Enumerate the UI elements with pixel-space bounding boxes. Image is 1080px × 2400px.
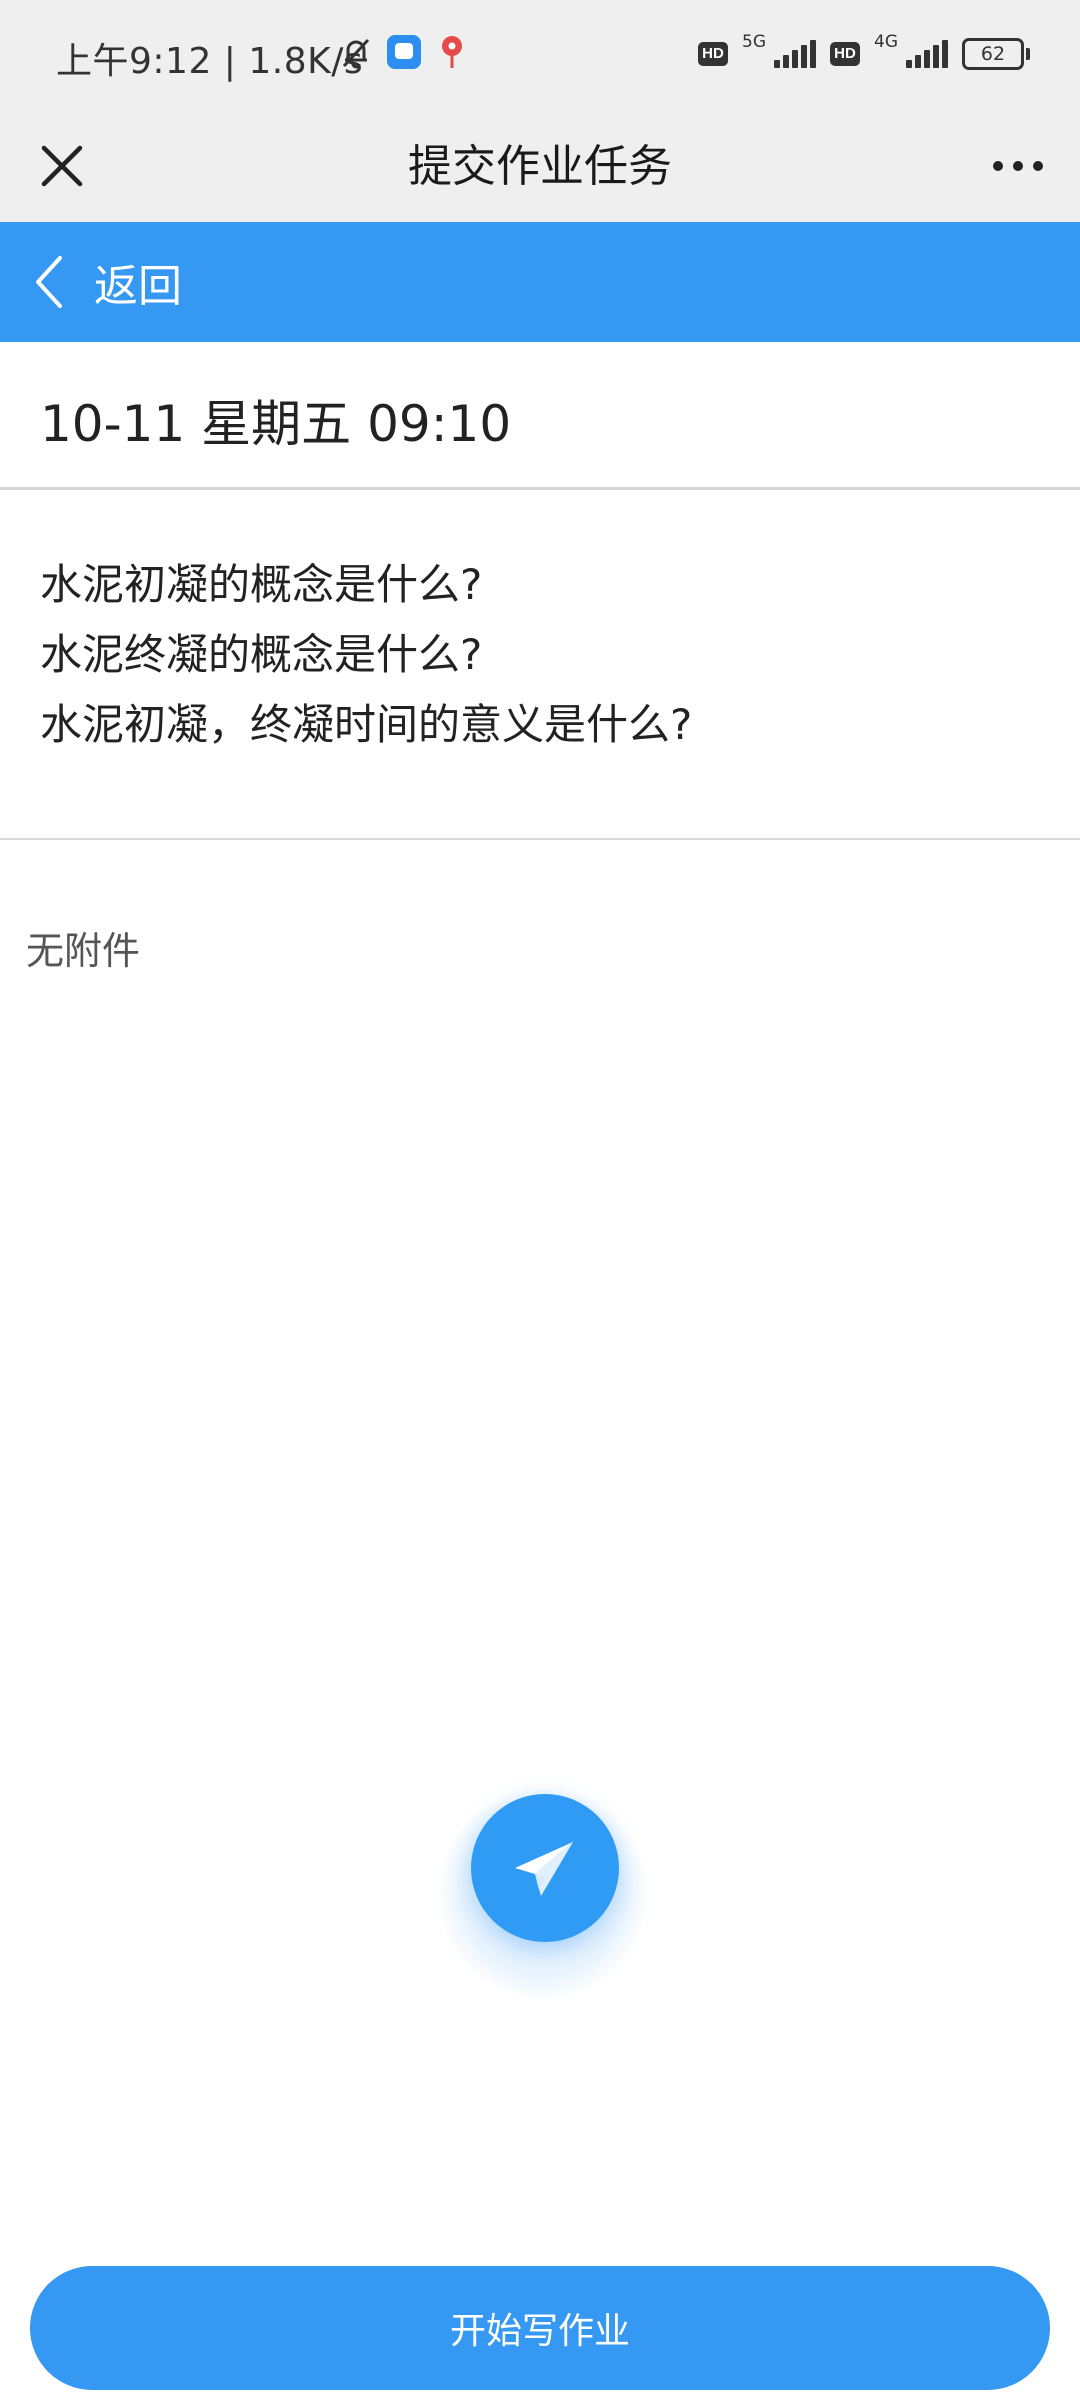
send-button[interactable]: [471, 1794, 619, 1942]
network-type-label: 4G: [874, 32, 898, 52]
message-app-icon: [384, 32, 424, 76]
question-list: 水泥初凝的概念是什么? 水泥终凝的概念是什么? 水泥初凝，终凝时间的意义是什么?: [40, 550, 692, 760]
start-homework-button[interactable]: 开始写作业: [30, 2266, 1050, 2390]
bell-muted-icon: [336, 32, 376, 76]
back-label: 返回: [94, 261, 182, 312]
page-title: 提交作业任务: [408, 141, 672, 192]
question-item: 水泥初凝，终凝时间的意义是什么?: [40, 700, 693, 749]
paper-plane-icon: [515, 1842, 573, 1896]
status-bar: 上午9:12 | 1.8K/s HD 5G HD 4G 62: [0, 0, 1080, 110]
task-datetime: 10-11 星期五 09:10: [40, 395, 512, 453]
hd-badge: HD: [698, 42, 728, 66]
more-options-button[interactable]: [984, 132, 1052, 200]
signal-icon: [906, 40, 948, 68]
question-item: 水泥终凝的概念是什么?: [40, 630, 483, 679]
question-block: 水泥初凝的概念是什么? 水泥终凝的概念是什么? 水泥初凝，终凝时间的意义是什么?: [0, 490, 1080, 840]
status-indicators: HD 5G HD 4G 62: [698, 32, 1030, 76]
hd-badge: HD: [830, 42, 860, 66]
chevron-left-icon: [36, 256, 62, 308]
question-item: 水泥初凝的概念是什么?: [40, 560, 483, 609]
status-time: 上午9:12 | 1.8K/s: [56, 41, 364, 82]
title-bar: 提交作业任务: [0, 110, 1080, 222]
back-bar: 返回: [0, 222, 1080, 342]
battery-indicator: 62: [962, 38, 1030, 70]
location-app-icon: [432, 32, 472, 76]
network-type-label: 5G: [742, 32, 766, 52]
more-dots-icon: [993, 161, 1043, 171]
signal-icon: [774, 40, 816, 68]
attachment-status: 无附件: [26, 929, 141, 973]
back-button[interactable]: 返回: [30, 244, 182, 320]
task-date-row: 10-11 星期五 09:10: [0, 342, 1080, 490]
